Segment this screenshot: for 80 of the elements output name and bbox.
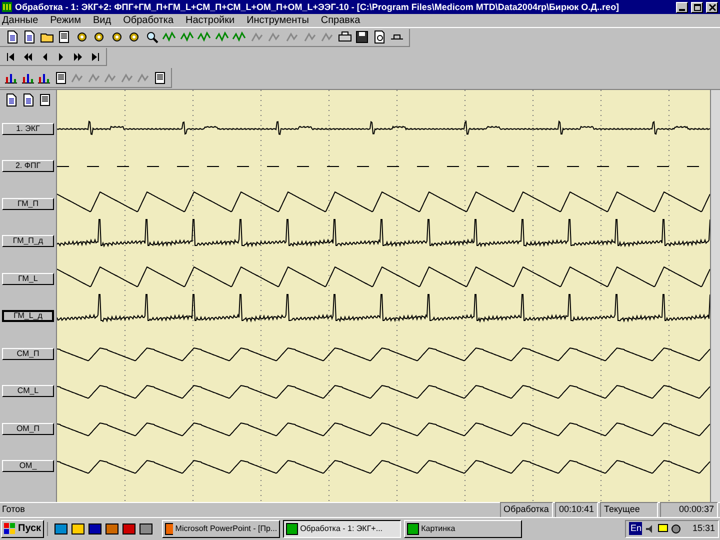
toolbar-button[interactable] [37,92,52,108]
channel-button[interactable]: ГМ_L [2,272,54,285]
window-title: Обработка - 1: ЭКГ+2: ФПГ+ГМ_П+ГМ_L+СМ_П+СМ_L+ОМ_П+ОМ_L+ЭЭГ-10 - [C:\Program Files\Medicom MTD\Data2004rp\Бирюк О.Д..reo] [15,2,620,12]
wave-icon [232,30,246,44]
channel-button[interactable]: 1. ЭКГ [2,122,54,135]
wave-icon [162,30,176,44]
monitor-icon[interactable] [658,524,668,534]
clock: 15:31 [692,522,715,535]
list-icon [152,70,167,84]
list-icon [38,93,52,107]
channel-button[interactable]: СМ_П [2,348,54,360]
menu-item[interactable]: Обработка [123,16,174,26]
maximize-button[interactable] [691,2,703,12]
toolbar-button[interactable] [20,92,36,108]
menu-item[interactable]: Инструменты [246,16,309,26]
toolbar-button[interactable] [54,70,68,86]
navigation-button[interactable] [6,50,17,62]
close-icon [708,4,716,10]
menu-item[interactable]: Справка [320,16,360,26]
status-field: 00:00:37 [660,502,718,518]
search-icon [144,30,159,44]
status-message: Готов [2,503,26,516]
channel-button[interactable]: ОМ_ [2,460,54,472]
scrollbar[interactable] [710,90,720,502]
windows-logo-icon [4,523,16,534]
status-field: Текущее [600,502,658,518]
navigation-button[interactable] [72,50,84,62]
channel-button[interactable]: 2. ФПГ [2,160,54,172]
channel-button[interactable]: СМ_L [2,385,54,398]
disabled-tool-icon [285,30,299,44]
channel-button[interactable]: ОМ_П [2,422,54,435]
navigation-button[interactable] [22,50,34,62]
minimize-icon [679,8,685,12]
toolbar-button[interactable] [152,70,167,86]
disabled-tool-icon [302,30,317,44]
status-field: 00:10:41 [554,502,598,518]
status-field: Обработка [500,502,553,518]
list-icon [54,70,68,84]
printer-icon [338,30,352,44]
navigation-button[interactable] [89,50,100,62]
print-preview-icon [372,30,387,44]
taskbar-button[interactable]: Картинка [404,520,522,538]
menu-item[interactable]: Данные [2,16,38,26]
window-icon [286,522,298,534]
start-button[interactable]: Пуск [1,520,44,538]
menu-item[interactable]: Режим [50,16,81,26]
wave-icon [180,30,194,44]
disabled-tool-icon [320,30,334,44]
toolbar-button[interactable] [144,29,160,45]
wave-icon [214,30,229,44]
page-icon [22,30,36,44]
list-icon [57,30,72,44]
app-icon [2,2,12,12]
menu-item[interactable]: Вид [92,16,112,26]
channel-button[interactable]: ГМ_П_д [2,235,54,248]
page-icon [4,30,19,44]
toolbar-button[interactable] [4,92,19,108]
page-icon [21,93,35,107]
rewind-icon [23,52,33,62]
wave-icon [197,30,212,44]
channel-button[interactable]: ГМ_L_д [2,310,54,322]
disabled-tool-icon [267,30,282,44]
taskbar-button[interactable]: Обработка - 1: ЭКГ+... [283,520,402,538]
last-icon [90,52,100,62]
window-icon [165,522,174,534]
toolbar-button[interactable] [22,29,38,45]
toolbar-button[interactable] [372,29,388,45]
disabled-tool-icon [250,30,264,44]
channel-button[interactable]: ГМ_П [2,198,54,210]
first-icon [6,52,16,62]
fast-forward-icon [73,52,84,62]
language-indicator[interactable]: En [629,522,642,536]
close-button[interactable] [706,2,718,12]
taskbar-button[interactable]: Microsoft PowerPoint - [Пр... [162,520,280,538]
disk-icon[interactable] [671,524,682,534]
window-icon [407,522,420,534]
page-icon [4,93,18,107]
minimize-button[interactable] [676,2,688,12]
maximize-icon [694,4,700,10]
menu-item[interactable]: Настройки [186,16,235,26]
